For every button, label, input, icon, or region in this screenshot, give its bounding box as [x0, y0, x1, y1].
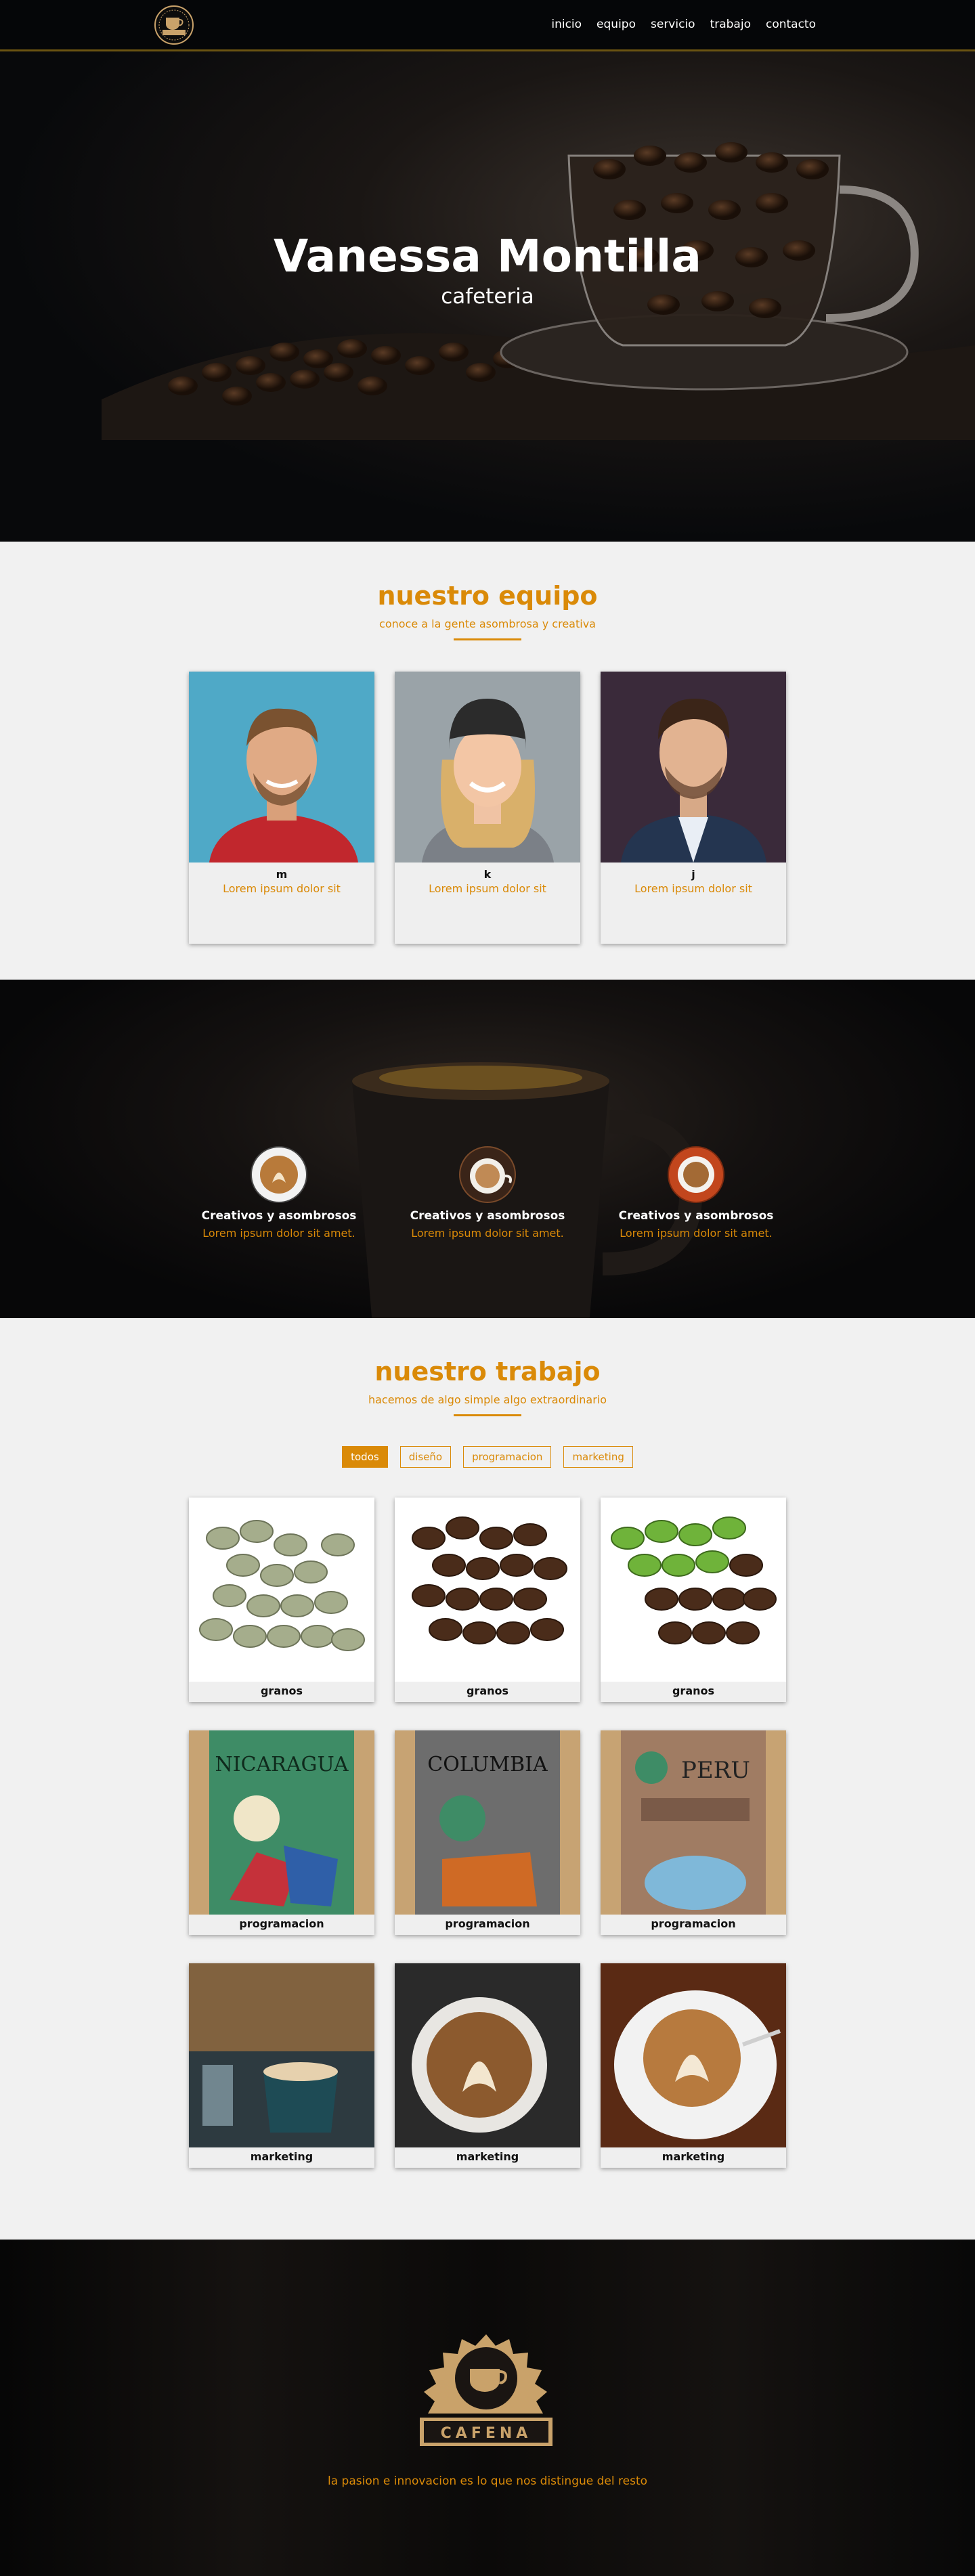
- title-underline: [454, 1414, 521, 1416]
- service-item: Creativos y asombrosos Lorem ipsum dolor…: [611, 1145, 781, 1240]
- cafena-logo[interactable]: [148, 3, 200, 47]
- work-card[interactable]: COLUMBIA programacion: [395, 1730, 580, 1935]
- roasted-beans-image: [395, 1498, 580, 1682]
- team-photo-j: [601, 672, 786, 863]
- team-section: nuestro equipo conoce a la gente asombro…: [0, 542, 975, 980]
- peru-coffee-bag-image: PERU: [601, 1730, 786, 1915]
- pack-nicaragua-text: NICARAGUA: [215, 1753, 349, 1776]
- service-title: Creativos y asombrosos: [201, 1209, 357, 1223]
- work-title: nuestro trabajo: [374, 1357, 601, 1387]
- team-photo-k: [395, 672, 580, 863]
- member-desc: Lorem ipsum dolor sit: [429, 882, 546, 895]
- work-card-label: programacion: [651, 1917, 736, 1930]
- team-title: nuestro equipo: [377, 581, 598, 611]
- work-grid: granos granos granos NICARAGUA programac…: [0, 1498, 975, 2168]
- filter-diseno-button[interactable]: diseño: [399, 1446, 452, 1468]
- work-card-label: marketing: [456, 2150, 519, 2163]
- pack-columbia-text: COLUMBIA: [427, 1753, 548, 1776]
- member-name: k: [483, 868, 492, 881]
- nav-link-trabajo[interactable]: trabajo: [710, 18, 751, 31]
- top-nav: inicio equipo servicio trabajo contacto: [0, 0, 975, 51]
- mixed-beans-image: [601, 1498, 786, 1682]
- work-card-label: granos: [466, 1684, 509, 1697]
- hero-subtitle: cafeteria: [441, 284, 534, 309]
- work-card[interactable]: marketing: [601, 1963, 786, 2168]
- nav-link-equipo[interactable]: equipo: [597, 18, 636, 31]
- work-card[interactable]: PERU programacion: [601, 1730, 786, 1935]
- team-card: j Lorem ipsum dolor sit: [601, 672, 786, 944]
- member-desc: Lorem ipsum dolor sit: [223, 882, 341, 895]
- member-desc: Lorem ipsum dolor sit: [634, 882, 752, 895]
- filter-programacion-button[interactable]: programacion: [463, 1446, 552, 1468]
- title-underline: [454, 638, 521, 640]
- service-item: Creativos y asombrosos Lorem ipsum dolor…: [402, 1145, 573, 1240]
- footer-tagline: la pasion e innovacion es lo que nos dis…: [327, 2474, 648, 2488]
- pack-peru-text: PERU: [681, 1757, 750, 1784]
- team-card: k Lorem ipsum dolor sit: [395, 672, 580, 944]
- service-item: Creativos y asombrosos Lorem ipsum dolor…: [194, 1145, 364, 1240]
- green-beans-image: [189, 1498, 374, 1682]
- service-desc: Lorem ipsum dolor sit amet.: [411, 1227, 564, 1240]
- nav-link-inicio[interactable]: inicio: [551, 18, 582, 31]
- work-card[interactable]: granos: [395, 1498, 580, 1702]
- cappuccino-icon: [459, 1146, 516, 1203]
- latte-cup-table-image: [189, 1963, 374, 2147]
- filter-marketing-button[interactable]: marketing: [563, 1446, 633, 1468]
- work-card-label: granos: [672, 1684, 715, 1697]
- work-card[interactable]: marketing: [395, 1963, 580, 2168]
- coffee-cup-icon: [668, 1146, 724, 1203]
- team-card: m Lorem ipsum dolor sit: [189, 672, 374, 944]
- service-title: Creativos y asombrosos: [410, 1209, 565, 1223]
- columbia-coffee-bag-image: COLUMBIA: [395, 1730, 580, 1915]
- cafena-footer-logo: CAFENA: [420, 2334, 552, 2446]
- work-card-label: marketing: [662, 2150, 725, 2163]
- work-subtitle: hacemos de algo simple algo extraordinar…: [368, 1393, 607, 1406]
- work-card-label: programacion: [239, 1917, 324, 1930]
- footer-section: CAFENA la pasion e innovacion es lo que …: [0, 2240, 975, 2576]
- nicaragua-coffee-bag-image: NICARAGUA: [189, 1730, 374, 1915]
- work-card-label: marketing: [250, 2150, 313, 2163]
- work-card[interactable]: marketing: [189, 1963, 374, 2168]
- service-desc: Lorem ipsum dolor sit amet.: [202, 1227, 355, 1240]
- footer-logo-text: CAFENA: [441, 2425, 532, 2442]
- filter-todos-button[interactable]: todos: [342, 1446, 388, 1468]
- team-photo-m: [189, 672, 374, 863]
- work-card[interactable]: granos: [601, 1498, 786, 1702]
- work-filters: todos diseño programacion marketing: [0, 1446, 975, 1468]
- member-name: j: [691, 868, 695, 881]
- work-card-label: programacion: [445, 1917, 530, 1930]
- work-card[interactable]: NICARAGUA programacion: [189, 1730, 374, 1935]
- latte-art-top-view-image: [395, 1963, 580, 2147]
- nav-link-contacto[interactable]: contacto: [766, 18, 816, 31]
- services-section: Creativos y asombrosos Lorem ipsum dolor…: [0, 980, 975, 1318]
- service-title: Creativos y asombrosos: [618, 1209, 774, 1223]
- hero-title: Vanessa Montilla: [274, 230, 701, 282]
- member-name: m: [276, 868, 288, 881]
- work-card-label: granos: [260, 1684, 303, 1697]
- service-desc: Lorem ipsum dolor sit amet.: [620, 1227, 773, 1240]
- work-section: nuestro trabajo hacemos de algo simple a…: [0, 1318, 975, 2240]
- team-subtitle: conoce a la gente asombrosa y creativa: [379, 617, 596, 630]
- cappuccino-saucer-image: [601, 1963, 786, 2147]
- latte-art-icon: [251, 1146, 307, 1203]
- nav-link-servicio[interactable]: servicio: [651, 18, 695, 31]
- work-card[interactable]: granos: [189, 1498, 374, 1702]
- hero-section: Vanessa Montilla cafeteria: [0, 0, 975, 542]
